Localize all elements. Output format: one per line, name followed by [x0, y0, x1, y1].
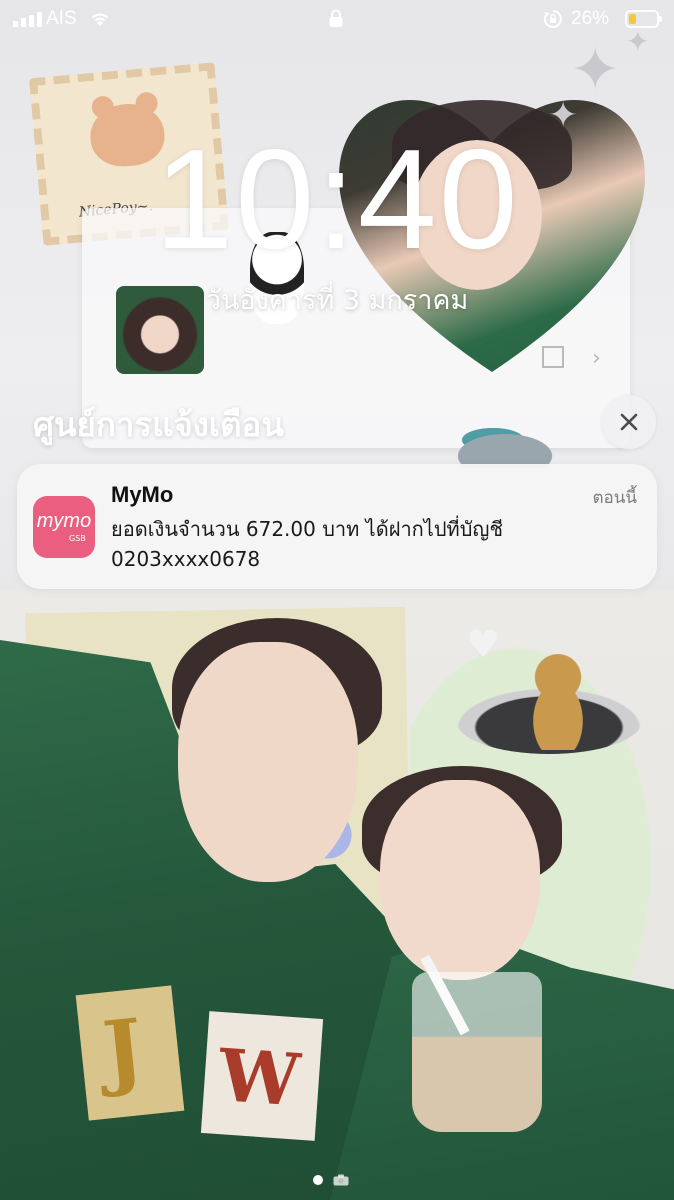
app-icon-logo: mymo [36, 510, 92, 532]
battery-icon [625, 10, 662, 28]
lock-screen-time: 10:40 [154, 120, 520, 279]
rotation-lock-icon [543, 10, 562, 28]
sweater-patch-w: W [200, 1011, 324, 1141]
notification-time: ตอนนี้ [592, 488, 638, 508]
lock-icon [329, 9, 343, 27]
clear-notifications-button[interactable] [602, 395, 656, 449]
teddy-bear-sticker [510, 646, 606, 750]
close-icon [620, 413, 638, 431]
app-icon-subtext: GSB [69, 534, 86, 543]
page-dot-current [313, 1175, 323, 1185]
carrier-name: AIS [46, 8, 77, 29]
notification-body: ยอดเงินจำนวน 672.00 บาท ได้ฝากไปที่บัญชี… [111, 514, 631, 574]
person-right-face [380, 780, 540, 980]
wifi-icon [91, 13, 109, 26]
battery-level-fill [629, 14, 636, 24]
notification-body-line: ยอดเงินจำนวน 672.00 บาท ได้ฝากไปที่บัญชี [111, 517, 504, 541]
camera-icon [333, 1174, 349, 1186]
chevron-right-icon: › [592, 346, 601, 371]
sweater-patch-j: J [75, 985, 185, 1121]
battery-percentage: 26% [571, 8, 610, 29]
mymo-app-icon: mymo GSB [33, 496, 95, 558]
page-indicator[interactable] [313, 1174, 349, 1186]
heart-icon: ♥ [466, 622, 501, 666]
notification-card[interactable]: mymo GSB MyMo ตอนนี้ ยอดเงินจำนวน 672.00… [17, 464, 657, 589]
person-left-face [178, 642, 358, 882]
status-bar: AIS 26% [0, 0, 674, 40]
notification-center-title: ศูนย์การแจ้งเตือน [33, 405, 284, 444]
sparkle-icon: ✦ [570, 35, 621, 105]
notification-app-name: MyMo [111, 482, 174, 507]
ufo-sticker [445, 428, 565, 468]
lock-screen-date: วันอังคารที่ 3 มกราคม [205, 285, 469, 316]
bubble-tea-cup [412, 972, 542, 1132]
signal-icon [13, 12, 42, 27]
notification-body-line: 0203xxxx0678 [111, 547, 261, 571]
qr-code-icon [542, 346, 564, 368]
